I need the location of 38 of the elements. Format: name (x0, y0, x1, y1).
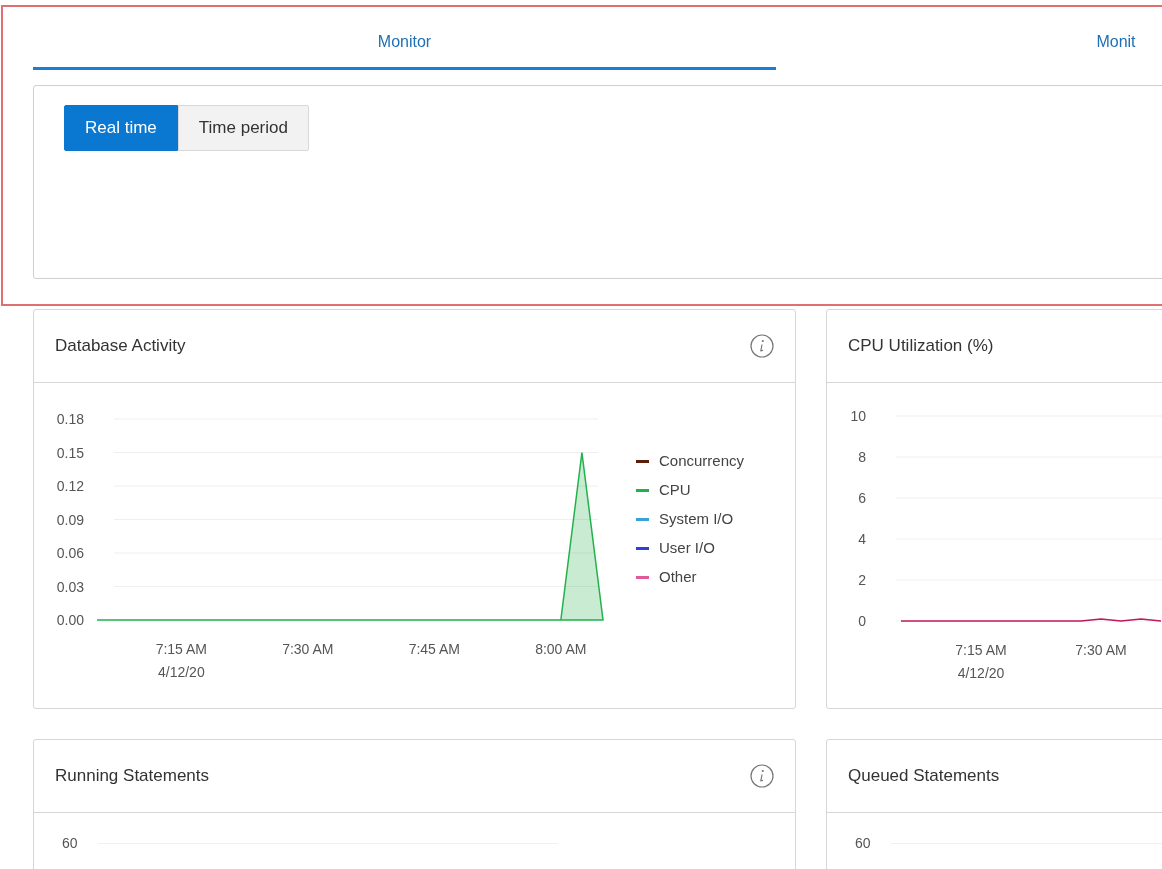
y-tick-label: 60 (855, 833, 871, 853)
tab[interactable]: Monit (776, 20, 1162, 70)
card-title: CPU Utilization (%) (848, 335, 994, 358)
y-tick-label: 4 (858, 531, 866, 547)
card-title: Running Statements (55, 765, 210, 788)
x-tick-label: 7:15 AM (955, 642, 1007, 658)
y-tick-label: 0.00 (56, 612, 84, 628)
y-tick-label: 0.15 (56, 444, 84, 461)
tab[interactable]: Monitor (33, 20, 776, 70)
date-label: 4/12/20 (157, 664, 205, 680)
y-tick-label: 0.12 (56, 478, 84, 494)
legend-label: Concurrency (659, 451, 745, 471)
mode-button[interactable]: Real time (64, 105, 178, 151)
legend-label: Other (659, 567, 697, 587)
y-tick-label: 0 (858, 613, 866, 629)
x-tick-label: 7:30 AM (282, 641, 334, 657)
x-tick-label: 7:30 AM (1075, 642, 1127, 658)
y-tick-label: 10 (850, 408, 866, 424)
x-tick-label: 7:15 AM (155, 641, 207, 657)
x-tick-label: 8:00 AM (535, 641, 587, 657)
y-tick-label: 0.18 (56, 411, 84, 427)
y-tick-label: 2 (858, 572, 866, 588)
y-tick-label: 0.09 (56, 511, 84, 528)
y-tick-label: 0.03 (56, 578, 84, 595)
info-icon[interactable] (750, 764, 774, 788)
card-title: Database Activity (55, 335, 186, 358)
date-label: 4/12/20 (957, 665, 1005, 681)
y-tick-label: 6 (858, 490, 866, 506)
info-icon[interactable] (750, 334, 774, 358)
mode-button[interactable]: Time period (177, 105, 309, 151)
legend-label: System I/O (659, 509, 734, 529)
legend-label: CPU (659, 480, 691, 500)
card-title: Queued Statements (848, 765, 1000, 788)
y-tick-label: 0.06 (56, 545, 84, 561)
x-tick-label: 7:45 AM (408, 641, 460, 657)
y-tick-label: 60 (62, 833, 78, 853)
legend-label: User I/O (659, 538, 715, 558)
y-tick-label: 8 (858, 449, 866, 465)
